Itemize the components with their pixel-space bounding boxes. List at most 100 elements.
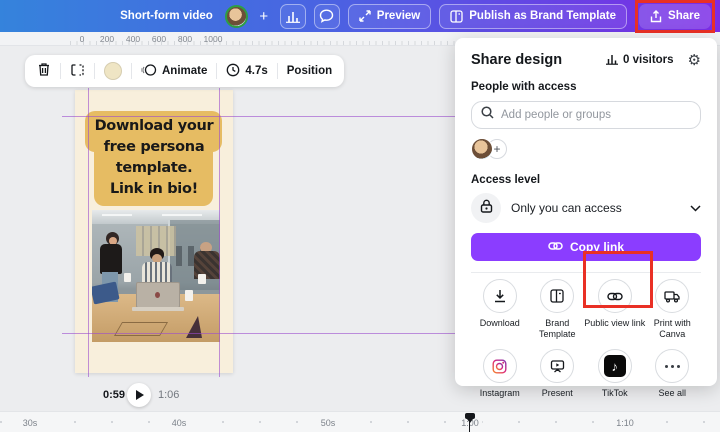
photo-light — [162, 214, 202, 216]
search-icon — [481, 106, 494, 124]
share-options-row2: Instagram Present ♪ TikTok See all — [471, 349, 701, 399]
photo-mug — [124, 273, 131, 282]
tiktok-icon: ♪ — [598, 349, 632, 383]
duration-button[interactable]: 4.7s — [226, 63, 267, 80]
preview-label: Preview — [377, 10, 420, 22]
horizontal-guide-top[interactable] — [62, 116, 455, 117]
timeline-tick-label: 40s — [169, 418, 190, 428]
play-button[interactable] — [127, 383, 151, 407]
lock-icon-circle — [471, 193, 501, 223]
bar-chart-icon — [286, 10, 300, 23]
timeline-ruler[interactable]: 30s 40s 50s 1:00 1:10 — [0, 411, 720, 432]
expand-arrows-icon — [359, 10, 371, 22]
public-view-link-highlight-box — [583, 251, 653, 308]
bar-chart-icon — [606, 53, 618, 68]
photo-mug — [185, 290, 193, 301]
publish-brand-template-button[interactable]: Publish as Brand Template — [439, 4, 627, 29]
brand-template-icon — [450, 10, 463, 23]
position-button[interactable]: Position — [287, 65, 332, 77]
people-with-access-label: People with access — [471, 81, 701, 93]
ellipsis-icon — [655, 349, 689, 383]
timeline-tick-label: 1:10 — [613, 418, 637, 428]
video-frame-photo[interactable] — [92, 210, 220, 342]
photo-laptop-base — [132, 307, 184, 311]
lock-icon — [480, 199, 493, 218]
chain-link-icon — [548, 240, 563, 254]
add-collaborator-button[interactable]: + — [256, 8, 272, 25]
access-level-value: Only you can access — [511, 201, 622, 215]
timeline-tick-label: 30s — [20, 418, 41, 428]
insights-button[interactable] — [280, 4, 306, 29]
position-label: Position — [287, 65, 332, 77]
photo-laptop-logo — [155, 292, 160, 298]
tiktok-option[interactable]: ♪ TikTok — [586, 349, 644, 399]
design-canvas[interactable]: Download your free persona template. Lin… — [75, 90, 233, 373]
photo-mug — [198, 274, 206, 284]
caption-line: Download your — [75, 116, 233, 137]
share-button[interactable]: Share — [639, 4, 711, 29]
brand-template-icon — [540, 279, 574, 313]
ruler-label: 1000 — [204, 34, 223, 44]
document-title[interactable]: Short-form video — [120, 10, 213, 22]
duration-value: 4.7s — [245, 65, 267, 77]
download-icon — [483, 279, 517, 313]
add-people-search[interactable] — [471, 101, 701, 129]
share-upload-icon — [650, 10, 662, 23]
playhead-line — [469, 422, 470, 432]
gear-icon[interactable]: ⚙ — [688, 53, 701, 68]
preview-button[interactable]: Preview — [348, 4, 431, 29]
brand-template-option[interactable]: Brand Template — [529, 279, 587, 339]
see-all-option[interactable]: See all — [644, 349, 702, 399]
horizontal-guide-bottom[interactable] — [62, 333, 455, 334]
present-option[interactable]: Present — [529, 349, 587, 399]
color-swatch-button[interactable] — [104, 62, 122, 80]
ruler-label: 200 — [100, 34, 114, 44]
current-time: 0:59 — [103, 389, 125, 401]
delete-button[interactable] — [37, 62, 51, 80]
share-panel: Share design 0 visitors ⚙ People with ac… — [455, 38, 717, 386]
collaborators-row: + — [471, 137, 701, 161]
instagram-icon — [483, 349, 517, 383]
caption-line: Link in bio! — [75, 179, 233, 200]
animate-button[interactable]: Animate — [141, 63, 207, 80]
trash-icon — [37, 62, 51, 80]
photo-light — [102, 214, 132, 216]
visitors-button[interactable]: 0 visitors — [606, 53, 674, 68]
comments-button[interactable] — [314, 4, 340, 29]
chevron-down-icon — [690, 199, 701, 217]
caption-text[interactable]: Download your free persona template. Lin… — [75, 116, 233, 200]
present-icon — [540, 349, 574, 383]
access-level-dropdown[interactable]: Only you can access — [471, 193, 701, 223]
toolbar-divider — [216, 63, 217, 79]
play-icon — [136, 390, 144, 400]
flip-button[interactable] — [70, 63, 85, 80]
flip-icon — [70, 63, 85, 80]
photo-phone-stand — [186, 316, 202, 338]
playhead-marker[interactable] — [465, 413, 475, 419]
top-bar: Short-form video + Preview Publish as Br… — [0, 0, 720, 32]
access-level-label: Access level — [471, 174, 701, 186]
clock-icon — [226, 63, 240, 80]
animate-icon — [141, 63, 157, 80]
ruler-label: 600 — [152, 34, 166, 44]
toolbar-divider — [131, 63, 132, 79]
ruler-label: 800 — [178, 34, 192, 44]
timeline-ticks — [0, 421, 720, 423]
comment-bubble-icon — [319, 9, 334, 23]
caption-line: template. — [75, 158, 233, 179]
user-avatar[interactable] — [225, 5, 248, 28]
share-label: Share — [668, 10, 700, 22]
ruler-label: 400 — [126, 34, 140, 44]
animate-label: Animate — [162, 65, 207, 77]
total-duration: 1:06 — [158, 389, 179, 401]
collaborator-avatar[interactable] — [471, 138, 493, 160]
toolbar-divider — [277, 63, 278, 79]
download-option[interactable]: Download — [471, 279, 529, 339]
toolbar-divider — [60, 63, 61, 79]
visitors-count: 0 visitors — [623, 54, 674, 66]
instagram-option[interactable]: Instagram — [471, 349, 529, 399]
toolbar-divider — [94, 63, 95, 79]
publish-label: Publish as Brand Template — [469, 10, 616, 22]
search-input[interactable] — [501, 109, 691, 121]
share-highlight-box: Share — [635, 0, 715, 33]
